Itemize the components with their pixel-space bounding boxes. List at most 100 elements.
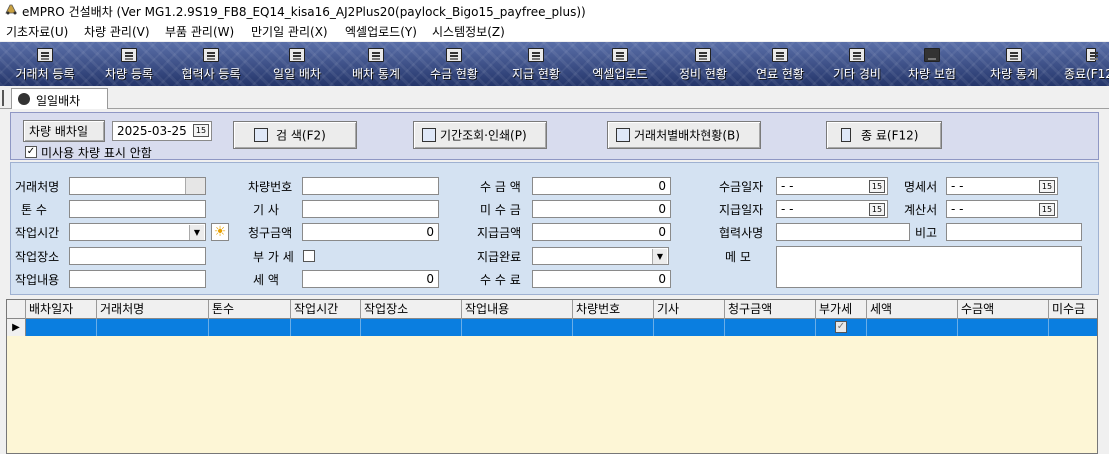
- col-uncollected[interactable]: 미수금: [1049, 300, 1097, 319]
- cell-collection-amount[interactable]: [958, 319, 1049, 336]
- menu-excel-upload[interactable]: 엑셀업로드(Y): [345, 23, 417, 40]
- driver-field[interactable]: [302, 200, 439, 218]
- work-place-field[interactable]: [69, 247, 206, 265]
- col-vehicle-no[interactable]: 차량번호: [573, 300, 654, 319]
- cell-work-time[interactable]: [291, 319, 361, 336]
- fee-field[interactable]: 0: [532, 270, 671, 288]
- vat-cell-checkbox[interactable]: ✓: [835, 321, 847, 333]
- toolbar-other-expenses-button[interactable]: 기타 경비: [823, 42, 891, 86]
- toolbar-maintenance-status-button[interactable]: 정비 현황: [668, 42, 738, 86]
- vehicle-no-field[interactable]: [302, 177, 439, 195]
- col-work-place[interactable]: 작업장소: [361, 300, 462, 319]
- cell-vat[interactable]: ✓: [816, 319, 867, 336]
- work-time-label: 작업시간: [15, 226, 60, 240]
- calendar-icon[interactable]: 15: [1039, 180, 1055, 193]
- cell-uncollected[interactable]: [1049, 319, 1097, 336]
- cell-vehicle-no[interactable]: [573, 319, 654, 336]
- col-dispatch-date[interactable]: 배차일자: [26, 300, 97, 319]
- toolbar-exit-button[interactable]: 종료(F12): [1060, 42, 1109, 86]
- toolbar-dispatch-stats-button[interactable]: 배차 통계: [339, 42, 413, 86]
- menu-expiry-management[interactable]: 만기일 관리(X): [251, 23, 328, 40]
- row-selector-arrow-icon[interactable]: ▶: [7, 319, 26, 336]
- work-content-label: 작업내용: [15, 273, 60, 287]
- menu-vehicle-management[interactable]: 차량 관리(V): [84, 23, 150, 40]
- toolbar-vehicle-insurance-button[interactable]: 차량 보험: [898, 42, 966, 86]
- toolbar-client-register-button[interactable]: 거래처 등록: [6, 42, 84, 86]
- table-row[interactable]: ▶ ✓: [7, 319, 1097, 336]
- col-vat[interactable]: 부가세: [816, 300, 867, 319]
- cell-tax[interactable]: [867, 319, 958, 336]
- toolbar-vehicle-register-button[interactable]: 차량 등록: [92, 42, 166, 86]
- payment-done-select[interactable]: ▼: [532, 247, 669, 265]
- chevron-down-icon[interactable]: ▼: [652, 249, 667, 264]
- cell-work-content[interactable]: [462, 319, 573, 336]
- payment-date-field[interactable]: - - 15: [776, 200, 888, 218]
- calendar-icon[interactable]: 15: [1039, 203, 1055, 216]
- collection-amount-field[interactable]: 0: [532, 177, 671, 195]
- dispatch-date-field[interactable]: 2025-03-25 15: [112, 121, 212, 141]
- vat-checkbox[interactable]: [303, 250, 315, 262]
- memo-textarea[interactable]: [776, 246, 1082, 288]
- menu-basic-data[interactable]: 기초자료(U): [6, 23, 68, 40]
- hide-unused-label: 미사용 차량 표시 안함: [41, 146, 152, 160]
- vehicle-no-label: 차량번호: [248, 180, 293, 194]
- toolbar-daily-dispatch-button[interactable]: 일일 배차: [260, 42, 334, 86]
- client-name-field[interactable]: [69, 177, 206, 195]
- work-time-select[interactable]: ▼: [69, 223, 206, 241]
- statement-date-field[interactable]: - - 15: [946, 177, 1058, 195]
- col-collection-amount[interactable]: 수금액: [958, 300, 1049, 319]
- billing-amount-field[interactable]: 0: [302, 223, 439, 241]
- uncollected-field[interactable]: 0: [532, 200, 671, 218]
- dispatch-date-button[interactable]: 차량 배차일: [23, 120, 105, 142]
- payment-amount-field[interactable]: 0: [532, 223, 671, 241]
- tonnage-field[interactable]: [69, 200, 206, 218]
- toolbar-vehicle-stats-button[interactable]: 차량 통계: [980, 42, 1048, 86]
- cell-dispatch-date[interactable]: [26, 319, 97, 336]
- toolbar-collection-status-button[interactable]: 수금 현황: [419, 42, 489, 86]
- cell-tonnage[interactable]: [209, 319, 291, 336]
- calendar-icon[interactable]: 15: [193, 124, 209, 137]
- col-work-content[interactable]: 작업내용: [462, 300, 573, 319]
- col-driver[interactable]: 기사: [654, 300, 725, 319]
- sun-icon[interactable]: ☀: [211, 223, 229, 241]
- hide-unused-checkbox[interactable]: ✓: [25, 146, 37, 158]
- client-lookup-button[interactable]: [185, 178, 205, 194]
- toolbar-excel-upload-button[interactable]: 엑셀업로드: [584, 42, 656, 86]
- toolbar-fuel-status-button[interactable]: 연료 현황: [746, 42, 814, 86]
- exit-button[interactable]: 종 료(F12): [826, 121, 942, 149]
- remarks-field[interactable]: [946, 223, 1082, 241]
- checklist-icon: [772, 48, 788, 62]
- collection-date-field[interactable]: - - 15: [776, 177, 888, 195]
- client-dispatch-status-button[interactable]: 거래처별배차현황(B): [607, 121, 761, 149]
- tax-field[interactable]: 0: [302, 270, 439, 288]
- search-button[interactable]: 검 색(F2): [233, 121, 357, 149]
- partner-document-icon: [203, 48, 219, 62]
- cell-driver[interactable]: [654, 319, 725, 336]
- collection-document-icon: [446, 48, 462, 62]
- billing-amount-label: 청구금액: [248, 226, 293, 240]
- calendar-icon[interactable]: 15: [869, 180, 885, 193]
- col-client-name[interactable]: 거래처명: [97, 300, 209, 319]
- partner-name-field[interactable]: [776, 223, 910, 241]
- toolbar-partner-register-button[interactable]: 협력사 등록: [172, 42, 250, 86]
- cell-client-name[interactable]: [97, 319, 209, 336]
- col-work-time[interactable]: 작업시간: [291, 300, 361, 319]
- menu-bar: 기초자료(U) 차량 관리(V) 부품 관리(W) 만기일 관리(X) 엑셀업로…: [0, 20, 1109, 41]
- col-tonnage[interactable]: 톤수: [209, 300, 291, 319]
- period-print-button[interactable]: 기간조회·인쇄(P): [413, 121, 547, 149]
- menu-system-info[interactable]: 시스템정보(Z): [432, 23, 505, 40]
- calendar-icon[interactable]: 15: [869, 203, 885, 216]
- col-billing-amount[interactable]: 청구금액: [725, 300, 816, 319]
- cell-billing-amount[interactable]: [725, 319, 816, 336]
- stats-document-icon: [1006, 48, 1022, 62]
- invoice-date-field[interactable]: - - 15: [946, 200, 1058, 218]
- tab-daily-dispatch[interactable]: 일일배차: [11, 88, 108, 109]
- menu-parts-management[interactable]: 부품 관리(W): [165, 23, 234, 40]
- col-tax[interactable]: 세액: [867, 300, 958, 319]
- chevron-down-icon[interactable]: ▼: [189, 225, 204, 240]
- toolbar-payment-status-button[interactable]: 지급 현황: [500, 42, 572, 86]
- cell-work-place[interactable]: [361, 319, 462, 336]
- work-content-field[interactable]: [69, 270, 206, 288]
- dispatch-tab-icon: [18, 93, 30, 105]
- memo-label: 메 모: [725, 250, 751, 264]
